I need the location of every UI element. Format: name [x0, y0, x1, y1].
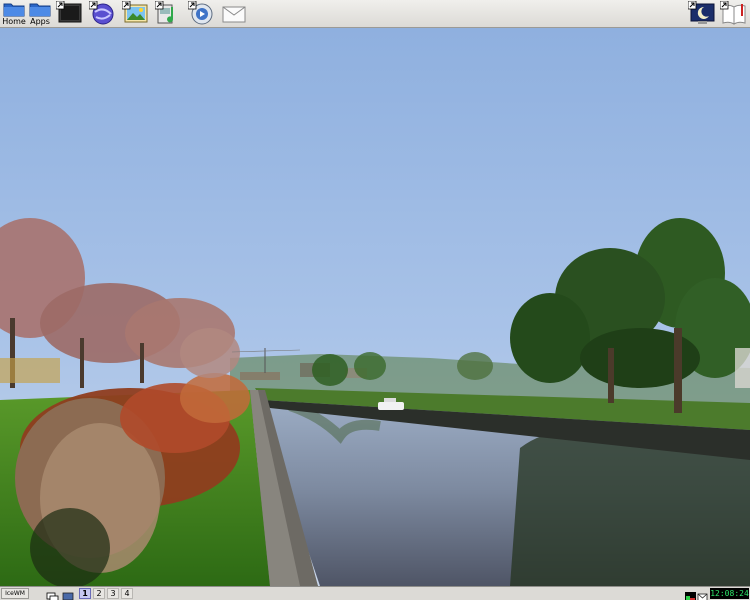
launcher-image-viewer[interactable] — [121, 1, 149, 27]
launcher-media-player[interactable] — [187, 1, 215, 27]
workspace-4-button[interactable]: 4 — [121, 588, 133, 599]
desktop-moon-icon — [688, 1, 715, 24]
mail-notify-button[interactable] — [697, 588, 708, 600]
start-menu-label: IceWM — [5, 590, 25, 597]
minimize-all-button[interactable] — [31, 588, 41, 599]
cpu-monitor[interactable] — [685, 588, 696, 600]
workspace-3-label: 3 — [110, 589, 116, 598]
apps-folder-icon — [29, 3, 51, 17]
launcher-apps-label: Apps — [30, 17, 50, 26]
terminal-icon — [56, 1, 82, 23]
workspace-2-button[interactable]: 2 — [93, 588, 105, 599]
launcher-home-label: Home — [2, 17, 26, 26]
workspace-2-label: 2 — [96, 589, 102, 598]
show-desktop-button[interactable] — [61, 588, 75, 600]
bottom-taskbar: IceWM 1 2 3 4 12:08:24 — [0, 586, 750, 600]
help-book-icon — [720, 1, 746, 25]
taskbar-clock[interactable]: 12:08:24 — [710, 588, 749, 599]
top-panel: Home Apps — [0, 0, 750, 28]
desktop-wallpaper — [0, 28, 750, 586]
mail-icon — [697, 593, 708, 600]
media-player-icon — [188, 1, 213, 25]
minimize-icon — [31, 592, 41, 600]
desktop-screen: Home Apps IceWM 1 2 3 4 12:08:24 — [0, 0, 750, 600]
cpu-graph-icon — [685, 592, 696, 600]
home-folder-icon — [3, 3, 25, 17]
web-browser-icon — [89, 1, 114, 25]
workspace-1-button[interactable]: 1 — [79, 588, 91, 599]
start-menu-button[interactable]: IceWM — [1, 588, 29, 599]
launcher-audio-player[interactable] — [154, 1, 182, 27]
workspace-4-label: 4 — [124, 589, 130, 598]
tray-desktop-moon[interactable] — [688, 1, 716, 27]
wallpaper-river-photo — [0, 28, 750, 586]
launcher-web-browser[interactable] — [88, 1, 116, 27]
computer-icon — [62, 592, 74, 600]
audio-player-icon — [155, 1, 174, 24]
launcher-apps[interactable]: Apps — [26, 1, 54, 27]
workspace-3-button[interactable]: 3 — [107, 588, 119, 599]
launcher-home[interactable]: Home — [0, 1, 28, 27]
window-list-icon — [46, 592, 59, 600]
launcher-mail[interactable] — [220, 1, 248, 27]
mail-envelope-icon — [222, 6, 246, 23]
image-viewer-icon — [122, 1, 148, 23]
launcher-terminal[interactable] — [55, 1, 83, 27]
tray-help-book[interactable] — [720, 1, 748, 27]
workspace-1-label: 1 — [82, 589, 88, 598]
window-list-button[interactable] — [45, 588, 59, 600]
